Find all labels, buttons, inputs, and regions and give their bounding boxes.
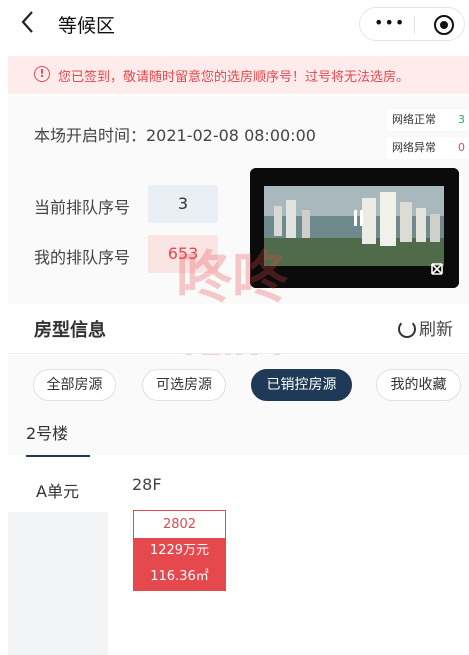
sign-in-notice: ! 您已签到，敬请随时留意您的选房顺序号！过号将无法选房。 — [8, 56, 469, 94]
building-tab[interactable]: 2号楼 — [26, 420, 68, 444]
mini-program-capsule: ••• — [359, 7, 465, 41]
more-menu-button[interactable]: ••• — [374, 13, 405, 32]
capsule-divider — [414, 16, 415, 34]
building-tab-indicator — [26, 455, 90, 457]
filter-favorites[interactable]: 我的收藏 — [376, 369, 461, 401]
current-queue-value: 3 — [148, 185, 218, 223]
pause-icon-bar-right — [360, 210, 363, 226]
my-queue-label: 我的排队序号 — [34, 248, 131, 267]
floor-label: 28F — [132, 475, 162, 494]
refresh-label: 刷新 — [419, 320, 453, 340]
house-info-title: 房型信息 — [34, 320, 106, 341]
unit-item[interactable]: A单元 — [36, 478, 79, 502]
refresh-button[interactable]: 刷新 — [398, 315, 453, 340]
filter-available[interactable]: 可选房源 — [142, 369, 226, 401]
network-bad-label: 网络异常 — [392, 141, 436, 154]
page-title: 等候区 — [58, 15, 116, 37]
filter-sold[interactable]: 已销控房源 — [251, 369, 352, 401]
refresh-icon — [398, 320, 416, 338]
room-card[interactable]: 2802 1229万元 116.36㎡ — [133, 510, 226, 591]
open-time: 本场开启时间：2021-02-08 08:00:00 — [34, 126, 316, 145]
current-queue-label: 当前排队序号 — [34, 198, 131, 217]
filter-all[interactable]: 全部房源 — [33, 369, 116, 401]
network-ok-label: 网络正常 — [392, 113, 436, 126]
room-area: 116.36㎡ — [134, 564, 225, 590]
unit-sidebar — [8, 512, 108, 655]
watermark-line1: 咚咚 — [176, 246, 288, 311]
network-ok-badge: 网络正常 3 — [386, 109, 469, 131]
network-bad-count: 0 — [458, 141, 465, 154]
alert-icon: ! — [34, 66, 50, 82]
network-bad-badge: 网络异常 0 — [386, 137, 469, 159]
close-miniprogram-icon[interactable] — [434, 15, 454, 35]
notice-text: 您已签到，敬请随时留意您的选房顺序号！过号将无法选房。 — [58, 70, 410, 85]
network-ok-count: 3 — [458, 113, 465, 126]
room-price: 1229万元 — [134, 538, 225, 564]
pause-icon-bar-left — [354, 210, 357, 226]
room-number: 2802 — [134, 511, 225, 538]
back-icon[interactable] — [20, 10, 34, 40]
